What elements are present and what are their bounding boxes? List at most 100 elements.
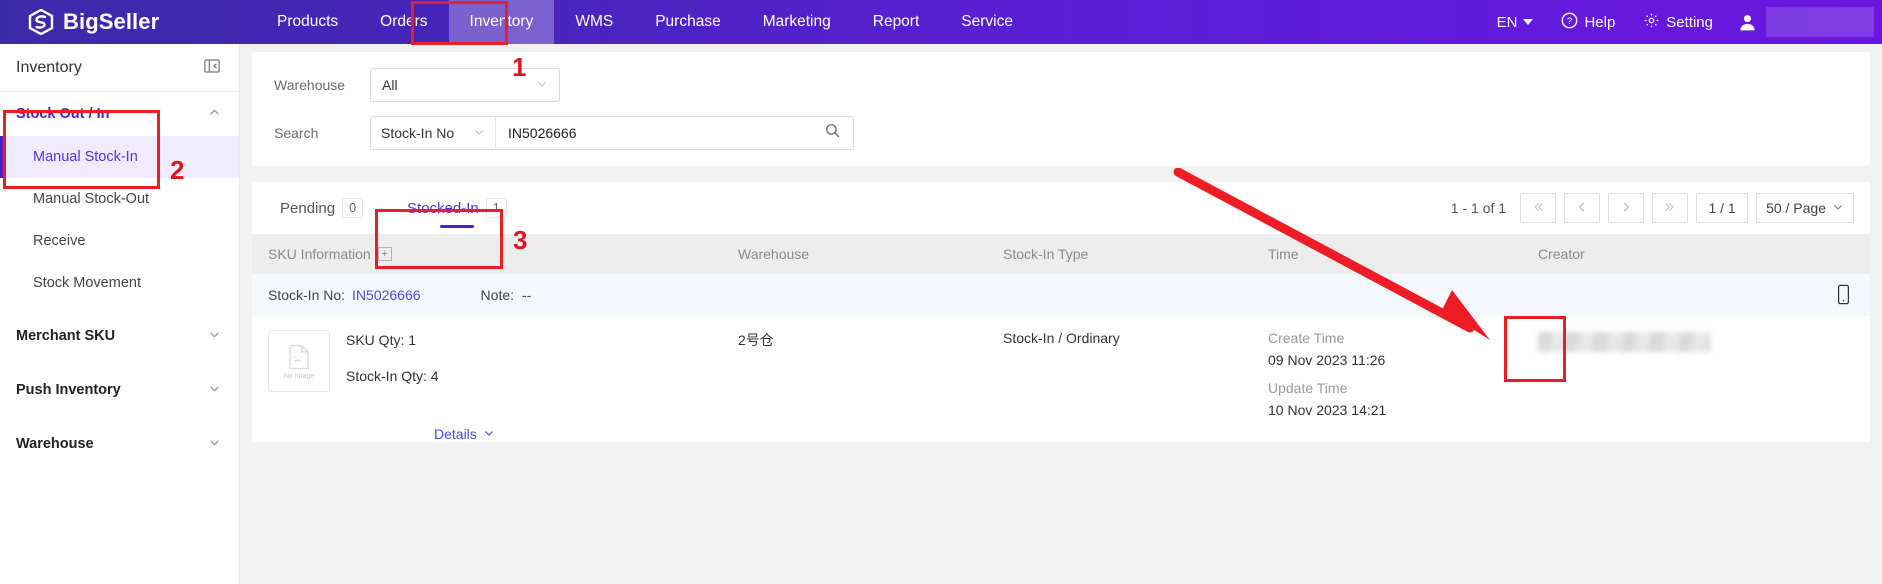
column-header-sku-information: SKU Information + bbox=[252, 246, 722, 262]
tab-stocked-in[interactable]: Stocked-In 1 bbox=[385, 182, 529, 234]
sidebar-item-label: Manual Stock-Out bbox=[33, 191, 150, 207]
sidebar-group-header-stock-out-in[interactable]: Stock Out / In bbox=[0, 92, 239, 136]
stock-in-no-value[interactable]: IN5026666 bbox=[352, 287, 421, 303]
pagination-first-button[interactable] bbox=[1520, 193, 1557, 223]
warehouse-select[interactable]: All bbox=[370, 68, 560, 102]
bigseller-logo-icon bbox=[28, 8, 54, 36]
warehouse-cell: 2号仓 bbox=[722, 330, 987, 350]
tab-pending[interactable]: Pending 0 bbox=[258, 182, 385, 234]
sidebar-group-label: Merchant SKU bbox=[16, 328, 116, 344]
help-circle-icon: ? bbox=[1561, 12, 1578, 33]
search-type-select[interactable]: Stock-In No bbox=[371, 117, 496, 149]
sidebar: Inventory Stock Out / In Manual Stock-In… bbox=[0, 44, 240, 584]
note-value: -- bbox=[522, 287, 532, 303]
details-label: Details bbox=[434, 426, 477, 442]
tab-count-badge: 0 bbox=[342, 198, 364, 218]
sidebar-item-label: Stock Movement bbox=[33, 275, 141, 291]
chevron-down-icon bbox=[536, 78, 548, 93]
tab-label: Stocked-In bbox=[407, 199, 479, 217]
sidebar-group-stock-out-in: Stock Out / In Manual Stock-In Manual St… bbox=[0, 92, 239, 304]
top-navigation-bar: BigSeller Products Orders Inventory WMS … bbox=[0, 0, 1882, 44]
details-toggle[interactable]: Details bbox=[346, 426, 495, 442]
sidebar-group-header-push-inventory[interactable]: Push Inventory bbox=[0, 368, 239, 412]
stock-in-type-cell: Stock-In / Ordinary bbox=[987, 330, 1252, 346]
update-time-value: 10 Nov 2023 14:21 bbox=[1268, 402, 1387, 418]
pagination-page-size-select[interactable]: 50 / Page bbox=[1756, 193, 1854, 223]
filter-panel: Warehouse All Search Stock-In No IN50266… bbox=[252, 52, 1870, 166]
table-row-summary: Stock-In No: IN5026666 Note: -- bbox=[252, 274, 1870, 316]
nav-item-wms[interactable]: WMS bbox=[554, 0, 634, 44]
column-label: Time bbox=[1268, 246, 1299, 262]
pagination-page-indicator[interactable]: 1 / 1 bbox=[1696, 193, 1749, 223]
sidebar-group-header-merchant-sku[interactable]: Merchant SKU bbox=[0, 314, 239, 358]
tabs-and-pagination-bar: Pending 0 Stocked-In 1 1 - 1 of 1 1 / 1 … bbox=[252, 182, 1870, 234]
nav-item-inventory[interactable]: Inventory bbox=[448, 0, 555, 44]
row-action-print-button[interactable] bbox=[1830, 282, 1856, 312]
chevron-up-icon bbox=[208, 106, 221, 122]
sidebar-header: Inventory bbox=[0, 44, 239, 92]
creator-value-redacted bbox=[1538, 332, 1710, 352]
create-time-label: Create Time bbox=[1268, 330, 1345, 346]
page-body: Inventory Stock Out / In Manual Stock-In… bbox=[0, 44, 1882, 584]
nav-item-report[interactable]: Report bbox=[852, 0, 941, 44]
collapse-panel-icon[interactable] bbox=[203, 57, 221, 79]
pagination: 1 - 1 of 1 1 / 1 50 / Page bbox=[1451, 193, 1854, 223]
pagination-prev-button[interactable] bbox=[1564, 193, 1601, 223]
search-type-value: Stock-In No bbox=[381, 125, 455, 141]
pagination-last-button[interactable] bbox=[1652, 193, 1689, 223]
help-button[interactable]: ? Help bbox=[1549, 12, 1627, 33]
pagination-next-button[interactable] bbox=[1608, 193, 1645, 223]
nav-item-purchase[interactable]: Purchase bbox=[634, 0, 741, 44]
brand-name: BigSeller bbox=[63, 9, 160, 34]
brand-logo-area[interactable]: BigSeller bbox=[0, 8, 240, 36]
expand-all-box-icon[interactable]: + bbox=[377, 247, 392, 261]
language-selector[interactable]: EN bbox=[1485, 14, 1546, 31]
help-label: Help bbox=[1584, 13, 1616, 31]
nav-item-marketing[interactable]: Marketing bbox=[742, 0, 852, 44]
sidebar-group-header-warehouse[interactable]: Warehouse bbox=[0, 422, 239, 466]
sidebar-item-manual-stock-in[interactable]: Manual Stock-In bbox=[0, 136, 239, 178]
search-filter-label: Search bbox=[274, 125, 319, 141]
sidebar-item-manual-stock-out[interactable]: Manual Stock-Out bbox=[0, 178, 239, 220]
sidebar-group-label: Push Inventory bbox=[16, 382, 121, 398]
gear-icon bbox=[1643, 12, 1660, 33]
column-label: Warehouse bbox=[738, 246, 810, 262]
search-button[interactable] bbox=[811, 117, 853, 149]
setting-button[interactable]: Setting bbox=[1631, 12, 1725, 33]
column-header-stock-in-type: Stock-In Type bbox=[987, 246, 1252, 262]
column-label: Creator bbox=[1538, 246, 1585, 262]
chevron-down-icon bbox=[483, 426, 495, 442]
column-header-warehouse: Warehouse bbox=[722, 246, 987, 262]
warehouse-filter-label: Warehouse bbox=[274, 77, 346, 93]
sidebar-title: Inventory bbox=[16, 58, 82, 76]
pagination-range: 1 - 1 of 1 bbox=[1450, 200, 1507, 216]
nav-item-products[interactable]: Products bbox=[256, 0, 359, 44]
note-label: Note: bbox=[480, 287, 515, 303]
double-chevron-left-icon bbox=[1531, 200, 1545, 217]
sidebar-item-stock-movement[interactable]: Stock Movement bbox=[0, 262, 239, 304]
nav-item-service[interactable]: Service bbox=[940, 0, 1034, 44]
user-avatar-icon[interactable] bbox=[1729, 12, 1758, 33]
search-input-value: IN5026666 bbox=[508, 125, 577, 141]
product-image-placeholder: No Image bbox=[268, 330, 330, 392]
time-cell: Create Time 09 Nov 2023 11:26 Update Tim… bbox=[1252, 330, 1522, 418]
main-content: Warehouse All Search Stock-In No IN50266… bbox=[240, 44, 1882, 584]
stock-in-qty-value: Stock-In Qty: 4 bbox=[346, 368, 439, 384]
sidebar-group-label: Warehouse bbox=[16, 436, 94, 452]
warehouse-select-value: All bbox=[382, 77, 398, 93]
chevron-right-icon bbox=[1619, 200, 1633, 217]
no-image-label: No Image bbox=[283, 373, 315, 380]
search-input[interactable]: IN5026666 bbox=[496, 117, 811, 149]
chevron-down-icon bbox=[208, 436, 221, 452]
create-time-value: 09 Nov 2023 11:26 bbox=[1268, 352, 1386, 368]
svg-text:?: ? bbox=[1567, 16, 1572, 27]
table-row-details: No Image SKU Qty: 1 Stock-In Qty: 4 Deta… bbox=[252, 316, 1870, 442]
sidebar-item-label: Manual Stock-In bbox=[33, 149, 138, 165]
sku-information-cell: No Image SKU Qty: 1 Stock-In Qty: 4 Deta… bbox=[252, 330, 722, 442]
filter-row-search: Search Stock-In No IN5026666 bbox=[252, 114, 1870, 152]
nav-item-orders[interactable]: Orders bbox=[359, 0, 448, 44]
setting-label: Setting bbox=[1666, 13, 1713, 31]
nav-right-cluster: EN ? Help Setting bbox=[1485, 7, 1882, 37]
sidebar-item-label: Receive bbox=[33, 233, 86, 249]
sidebar-item-receive[interactable]: Receive bbox=[0, 220, 239, 262]
